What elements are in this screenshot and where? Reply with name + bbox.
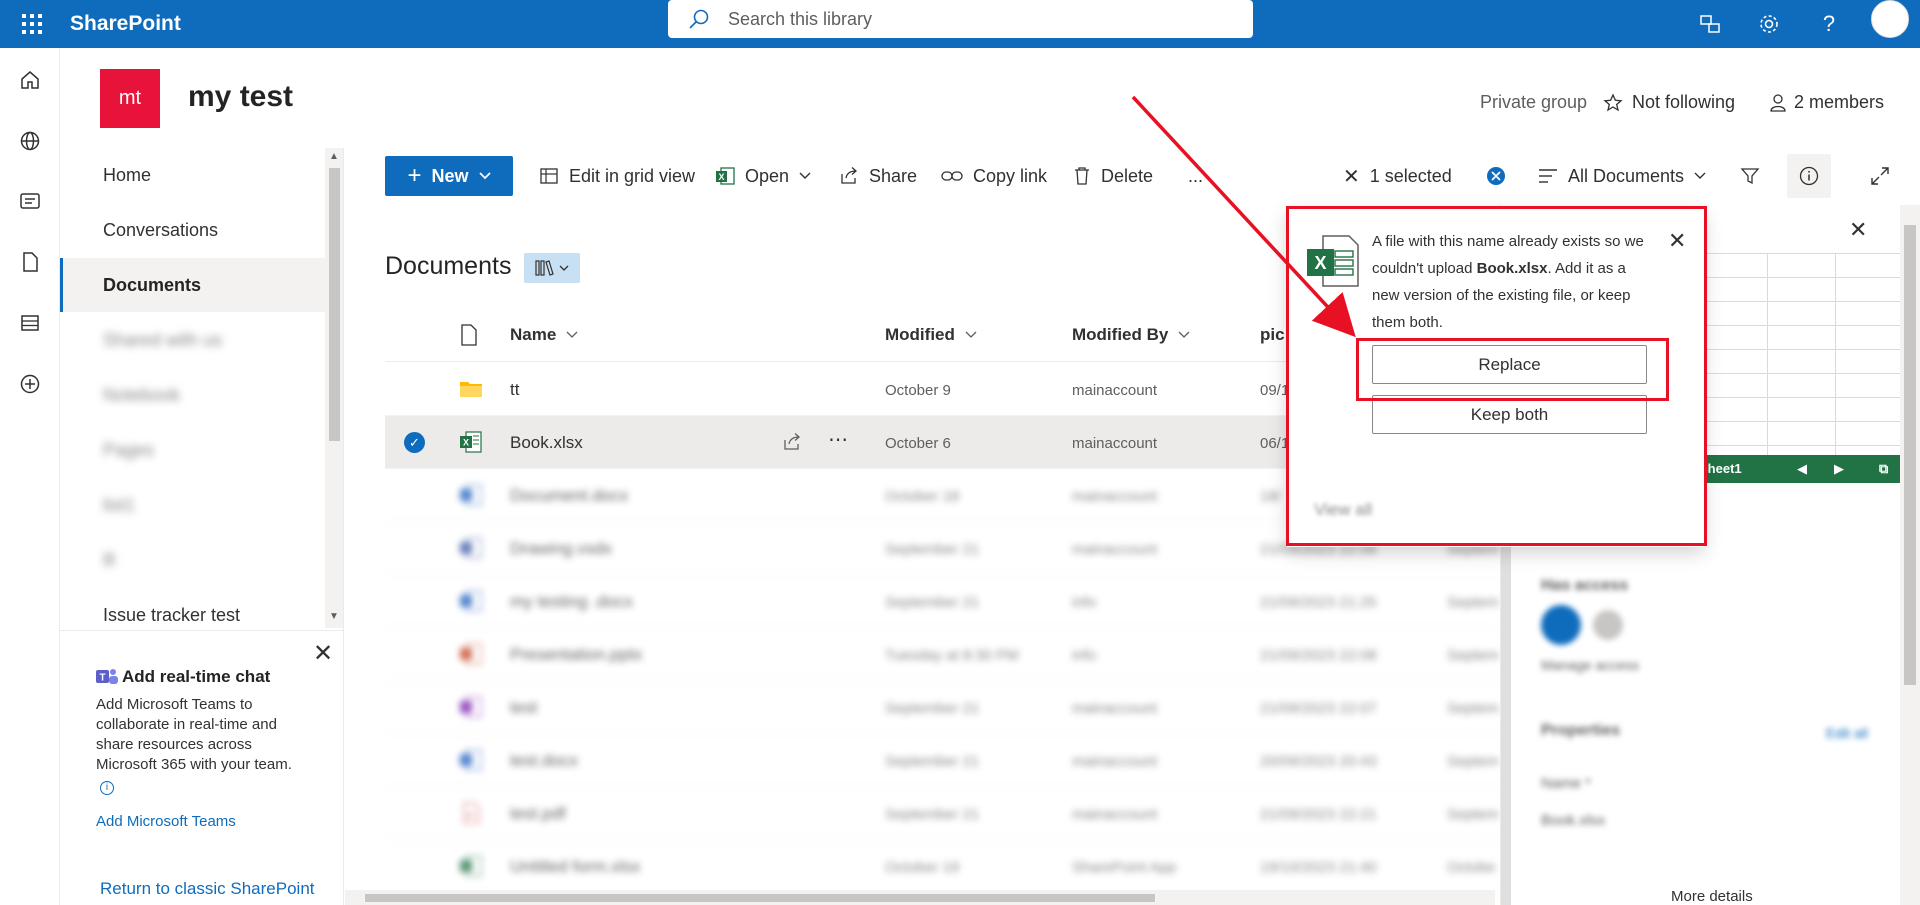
annotation-arrow <box>1131 95 1356 338</box>
